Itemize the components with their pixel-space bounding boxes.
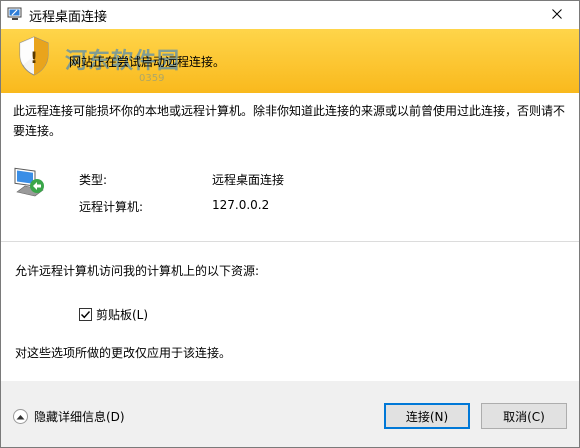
- remote-computer-label: 远程计算机:: [79, 200, 144, 214]
- dialog-footer: 隐藏详细信息(D) 连接(N) 取消(C): [1, 381, 579, 447]
- remote-computer-icon: [13, 164, 47, 202]
- banner-message: 网站正在尝试启动远程连接。: [69, 55, 226, 69]
- window-title: 远程桌面连接: [29, 10, 108, 25]
- chevron-up-icon: [13, 409, 28, 424]
- type-value: 远程桌面连接: [212, 173, 285, 187]
- checkmark-icon: [81, 311, 91, 319]
- svg-text:!: !: [30, 48, 37, 67]
- security-warning-banner: ! 河东软件园 0359 网站正在尝试启动远程连接。: [1, 29, 579, 93]
- clipboard-label: 剪贴板(L): [96, 308, 149, 322]
- clipboard-option[interactable]: 剪贴板(L): [79, 306, 148, 323]
- watermark-subtext: 0359: [139, 73, 165, 84]
- warning-shield-icon: !: [17, 35, 51, 77]
- hide-details-label: 隐藏详细信息(D): [34, 410, 125, 424]
- remote-desktop-dialog: 远程桌面连接 ! 河东软件园 0359 网站正在尝试启动远程连接。 此远程连接可…: [0, 0, 580, 448]
- hide-details-toggle[interactable]: 隐藏详细信息(D): [13, 408, 125, 425]
- title-bar: 远程桌面连接: [1, 1, 579, 29]
- close-icon: [552, 8, 562, 22]
- connect-button[interactable]: 连接(N): [384, 403, 470, 429]
- type-label: 类型:: [79, 173, 108, 187]
- resources-prompt: 允许远程计算机访问我的计算机上的以下资源:: [15, 264, 260, 278]
- remote-desktop-app-icon: [7, 7, 23, 21]
- remote-computer-value: 127.0.0.2: [212, 198, 270, 212]
- cancel-button[interactable]: 取消(C): [481, 403, 567, 429]
- settings-note: 对这些选项所做的更改仅应用于该连接。: [15, 346, 232, 360]
- section-divider: [1, 241, 579, 242]
- warning-text: 此远程连接可能损坏你的本地或远程计算机。除非你知道此连接的来源或以前曾使用过此连…: [13, 104, 566, 138]
- clipboard-checkbox[interactable]: [79, 308, 92, 321]
- close-button[interactable]: [535, 1, 579, 29]
